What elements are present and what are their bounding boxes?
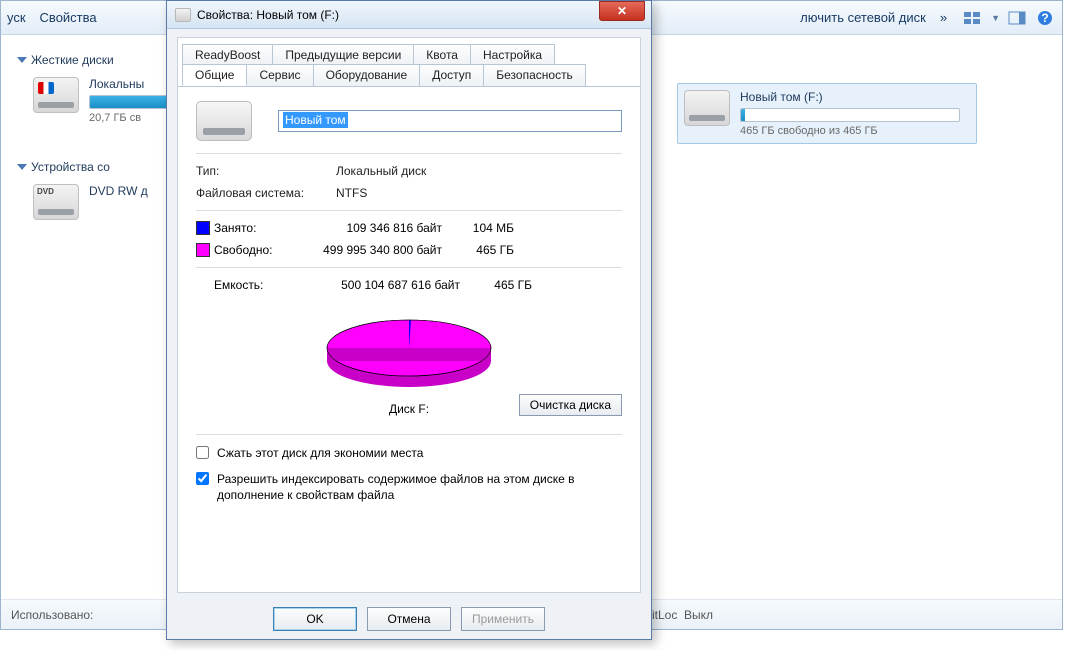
dialog-title: Свойства: Новый том (F:) bbox=[197, 8, 339, 22]
toolbar-view-icons: ▼ ? bbox=[961, 8, 1056, 28]
toolbar-item-properties[interactable]: Свойства bbox=[40, 10, 97, 25]
toolbar-more[interactable]: » bbox=[940, 10, 947, 25]
dialog-button-row: OK Отмена Применить bbox=[167, 607, 651, 631]
drive-capacity-bar bbox=[740, 108, 960, 122]
tab-customize[interactable]: Настройка bbox=[470, 44, 555, 65]
close-icon: ✕ bbox=[617, 4, 627, 18]
tab-quota[interactable]: Квота bbox=[413, 44, 471, 65]
chevron-down-icon[interactable]: ▼ bbox=[991, 13, 1000, 23]
free-color-swatch bbox=[196, 243, 210, 257]
status-bitlocker-value: Выкл bbox=[684, 608, 713, 622]
drive-tile-f[interactable]: Новый том (F:) 465 ГБ свободно из 465 ГБ bbox=[677, 83, 977, 144]
used-color-swatch bbox=[196, 221, 210, 235]
used-human: 104 МБ bbox=[454, 221, 514, 235]
help-icon[interactable]: ? bbox=[1034, 8, 1056, 28]
filesystem-value: NTFS bbox=[336, 186, 622, 200]
drive-icon bbox=[175, 8, 191, 22]
disk-cleanup-button[interactable]: Очистка диска bbox=[519, 394, 622, 416]
used-label: Занято: bbox=[214, 221, 304, 235]
status-used: Использовано: bbox=[11, 608, 93, 622]
collapse-icon bbox=[17, 164, 27, 170]
drive-free-text: 465 ГБ свободно из 465 ГБ bbox=[740, 125, 970, 137]
capacity-human: 465 ГБ bbox=[472, 278, 532, 292]
tab-security[interactable]: Безопасность bbox=[483, 64, 586, 86]
compress-checkbox[interactable] bbox=[196, 446, 209, 459]
volume-name-input[interactable]: Новый том bbox=[278, 110, 622, 132]
ok-button[interactable]: OK bbox=[273, 607, 357, 631]
free-bytes: 499 995 340 800 байт bbox=[304, 243, 454, 257]
capacity-label: Емкость: bbox=[214, 278, 322, 292]
cancel-button[interactable]: Отмена bbox=[367, 607, 451, 631]
section-label: Жесткие диски bbox=[31, 53, 114, 67]
type-label: Тип: bbox=[196, 164, 336, 178]
tab-row-primary: Общие Сервис Оборудование Доступ Безопас… bbox=[178, 64, 640, 86]
tab-pane-general: Новый том Тип: Локальный диск Файловая с… bbox=[178, 86, 640, 584]
tab-sharing[interactable]: Доступ bbox=[419, 64, 484, 86]
dialog-titlebar[interactable]: Свойства: Новый том (F:) ✕ bbox=[167, 1, 651, 29]
tab-readyboost[interactable]: ReadyBoost bbox=[182, 44, 273, 65]
disk-usage-chart: Диск F: Очистка диска bbox=[196, 306, 622, 416]
close-button[interactable]: ✕ bbox=[599, 1, 645, 21]
drive-name: Новый том (F:) bbox=[740, 90, 970, 104]
toolbar-item-start[interactable]: уск bbox=[7, 10, 26, 25]
free-human: 465 ГБ bbox=[454, 243, 514, 257]
tab-hardware[interactable]: Оборудование bbox=[313, 64, 421, 86]
drive-icon bbox=[684, 90, 730, 126]
compress-label: Сжать этот диск для экономии места bbox=[217, 445, 423, 461]
index-label: Разрешить индексировать содержимое файло… bbox=[217, 471, 622, 503]
used-bytes: 109 346 816 байт bbox=[304, 221, 454, 235]
tab-previous-versions[interactable]: Предыдущие версии bbox=[272, 44, 414, 65]
section-label: Устройства со bbox=[31, 160, 110, 174]
drive-icon bbox=[33, 77, 79, 113]
properties-dialog: Свойства: Новый том (F:) ✕ ReadyBoost Пр… bbox=[166, 0, 652, 640]
tab-tools[interactable]: Сервис bbox=[246, 64, 313, 86]
drive-icon bbox=[196, 101, 252, 141]
type-value: Локальный диск bbox=[336, 164, 622, 178]
free-label: Свободно: bbox=[214, 243, 304, 257]
tab-row-secondary: ReadyBoost Предыдущие версии Квота Настр… bbox=[178, 44, 640, 65]
preview-pane-icon[interactable] bbox=[1006, 8, 1028, 28]
svg-text:?: ? bbox=[1041, 11, 1048, 25]
tab-general[interactable]: Общие bbox=[182, 64, 247, 86]
toolbar-item-map-drive[interactable]: лючить сетевой диск bbox=[800, 10, 926, 25]
dvd-drive-icon: DVD bbox=[33, 184, 79, 220]
filesystem-label: Файловая система: bbox=[196, 186, 336, 200]
capacity-bytes: 500 104 687 616 байт bbox=[322, 278, 472, 292]
dialog-body: ReadyBoost Предыдущие версии Квота Настр… bbox=[177, 37, 641, 593]
index-checkbox[interactable] bbox=[196, 472, 209, 485]
apply-button[interactable]: Применить bbox=[461, 607, 545, 631]
collapse-icon bbox=[17, 57, 27, 63]
view-icon-thumbnails[interactable] bbox=[961, 8, 983, 28]
